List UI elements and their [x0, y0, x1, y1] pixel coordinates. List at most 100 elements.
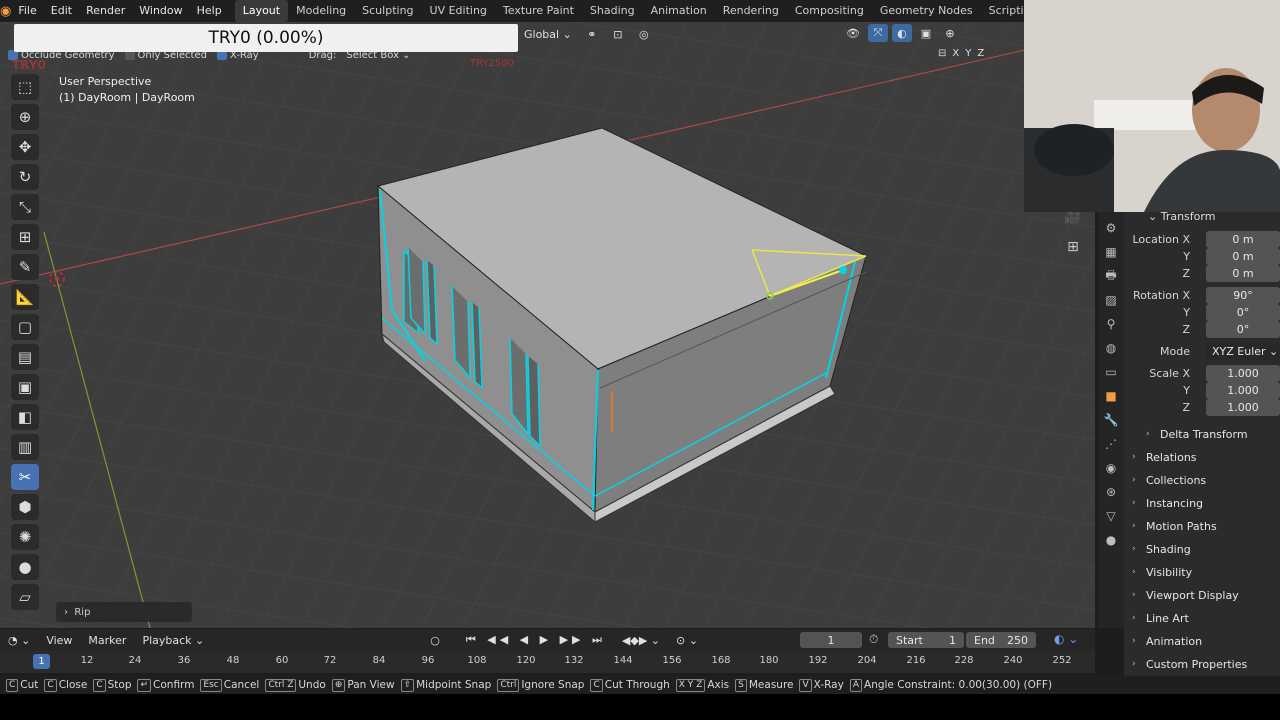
- axis-y-button[interactable]: Y: [965, 48, 971, 59]
- section-shading[interactable]: › Shading: [1132, 539, 1191, 559]
- rotation-z-field[interactable]: 0°: [1206, 320, 1280, 338]
- tab-uv-editing[interactable]: UV Editing: [422, 0, 495, 22]
- annotate-icon[interactable]: ✎: [11, 254, 39, 280]
- section-instancing[interactable]: › Instancing: [1132, 493, 1203, 513]
- knife-icon[interactable]: ✂: [11, 464, 39, 490]
- shading-wireframe-icon[interactable]: ⊕: [940, 24, 960, 42]
- move-icon[interactable]: ✥: [11, 134, 39, 160]
- world-tab-icon[interactable]: ◍: [1101, 340, 1121, 356]
- object-tab-icon[interactable]: ■: [1101, 388, 1121, 404]
- select-box-icon[interactable]: ⬚: [11, 74, 39, 100]
- tab-layout[interactable]: Layout: [234, 0, 289, 22]
- section-line-art[interactable]: › Line Art: [1132, 608, 1189, 628]
- tab-texture-paint[interactable]: Texture Paint: [495, 0, 582, 22]
- record-icon[interactable]: ○: [422, 634, 448, 647]
- start-frame-field[interactable]: Start 1: [888, 632, 964, 648]
- section-viewport-display[interactable]: › Viewport Display: [1132, 585, 1239, 605]
- gizmo-toggle-icon[interactable]: ⤧: [867, 24, 888, 42]
- inset-icon[interactable]: ▣: [11, 374, 39, 400]
- menu-window[interactable]: Window: [132, 0, 189, 22]
- scale-z-field[interactable]: 1.000: [1206, 398, 1280, 416]
- tab-shading[interactable]: Shading: [582, 0, 643, 22]
- grid-view-icon[interactable]: ⊞: [1062, 236, 1084, 258]
- section-relations[interactable]: › Relations: [1132, 447, 1197, 467]
- timeline-menu-view[interactable]: View: [38, 634, 80, 647]
- collection-tab-icon[interactable]: ▭: [1101, 364, 1121, 380]
- tab-modeling[interactable]: Modeling: [288, 0, 354, 22]
- menu-file[interactable]: File: [11, 0, 43, 22]
- sync-icon[interactable]: ⊙ ⌄: [668, 634, 706, 647]
- view-layer-tab-icon[interactable]: ▨: [1101, 292, 1121, 308]
- rotation-mode-dropdown[interactable]: XYZ Euler ⌄: [1206, 342, 1280, 360]
- extrude-icon[interactable]: ▤: [11, 344, 39, 370]
- section-delta-transform[interactable]: › Delta Transform: [1146, 424, 1248, 444]
- rotation-x-field[interactable]: 90°: [1206, 286, 1280, 304]
- scale-x-field[interactable]: 1.000: [1206, 364, 1280, 382]
- tab-geometry-nodes[interactable]: Geometry Nodes: [872, 0, 981, 22]
- tool-tab-icon[interactable]: ⚙: [1101, 220, 1121, 236]
- 3d-viewport[interactable]: [0, 22, 1095, 628]
- section-visibility[interactable]: › Visibility: [1132, 562, 1192, 582]
- loop-cut-icon[interactable]: ▥: [11, 434, 39, 460]
- poly-build-icon[interactable]: ⬢: [11, 494, 39, 520]
- material-tab-icon[interactable]: ●: [1101, 532, 1121, 548]
- sync-mode-icon[interactable]: ◐ ⌄: [1054, 632, 1078, 646]
- section-animation[interactable]: › Animation: [1132, 631, 1202, 651]
- end-frame-field[interactable]: End 250: [966, 632, 1036, 648]
- shear-icon[interactable]: ▱: [11, 584, 39, 610]
- rotate-icon[interactable]: ↻: [11, 164, 39, 190]
- cursor-icon[interactable]: ⊕: [11, 104, 39, 130]
- axis-z-button[interactable]: Z: [977, 48, 984, 59]
- timeline-ruler[interactable]: 1 12 24 36 48 60 72 84 96 108 120 132 14…: [0, 651, 1095, 673]
- section-motion-paths[interactable]: › Motion Paths: [1132, 516, 1217, 536]
- output-tab-icon[interactable]: 🖶: [1101, 268, 1121, 284]
- bevel-icon[interactable]: ◧: [11, 404, 39, 430]
- tab-rendering[interactable]: Rendering: [715, 0, 787, 22]
- stopwatch-icon[interactable]: ⏱: [869, 632, 878, 647]
- spin-icon[interactable]: ✺: [11, 524, 39, 550]
- timeline-menu-playback[interactable]: Playback ⌄: [134, 634, 212, 647]
- section-collections[interactable]: › Collections: [1132, 470, 1206, 490]
- menu-render[interactable]: Render: [79, 0, 132, 22]
- constraints-tab-icon[interactable]: ⊛: [1101, 484, 1121, 500]
- last-operation-panel[interactable]: › Rip: [56, 602, 192, 622]
- modifier-tab-icon[interactable]: 🔧: [1101, 412, 1121, 428]
- blender-logo-icon[interactable]: ◉: [0, 0, 11, 22]
- transform-icon[interactable]: ⊞: [11, 224, 39, 250]
- menu-edit[interactable]: Edit: [44, 0, 79, 22]
- render-tab-icon[interactable]: ▦: [1101, 244, 1121, 260]
- timeline-menu-marker[interactable]: Marker: [80, 634, 134, 647]
- axis-x-button[interactable]: X: [952, 48, 959, 59]
- tab-sculpting[interactable]: Sculpting: [354, 0, 421, 22]
- transform-orientation-dropdown[interactable]: Global ⌄: [520, 25, 576, 43]
- smooth-icon[interactable]: ●: [11, 554, 39, 580]
- pivot-point-icon[interactable]: ⚭: [582, 25, 602, 43]
- editor-type-icon[interactable]: ◔ ⌄: [0, 634, 38, 647]
- section-custom-properties[interactable]: › Custom Properties: [1132, 654, 1247, 674]
- menu-help[interactable]: Help: [190, 0, 229, 22]
- playback-controls-icon[interactable]: ⏮ ◀◀ ◀ ▶ ▶▶ ⏭: [458, 633, 614, 647]
- proportional-edit-icon[interactable]: ◎: [634, 25, 654, 43]
- add-cube-icon[interactable]: ▢: [11, 314, 39, 340]
- rotation-y-field[interactable]: 0°: [1206, 303, 1280, 321]
- location-x-field[interactable]: 0 m: [1206, 230, 1280, 248]
- tab-compositing[interactable]: Compositing: [787, 0, 872, 22]
- particles-tab-icon[interactable]: ⋰: [1101, 436, 1121, 452]
- scene-tab-icon[interactable]: ⚲: [1101, 316, 1121, 332]
- keyframe-nav-icon[interactable]: ◀◆▶ ⌄: [614, 634, 668, 647]
- current-frame-field[interactable]: 1: [800, 632, 862, 648]
- tab-animation[interactable]: Animation: [643, 0, 715, 22]
- playhead-frame-indicator[interactable]: 1: [33, 654, 50, 669]
- data-tab-icon[interactable]: ▽: [1101, 508, 1121, 524]
- location-y-field[interactable]: 0 m: [1206, 247, 1280, 265]
- scale-icon[interactable]: ⤡: [11, 194, 39, 220]
- visibility-icon[interactable]: 👁: [842, 24, 864, 42]
- transform-header[interactable]: ⌄ Transform: [1124, 212, 1280, 225]
- mirror-icon[interactable]: ⊟: [938, 48, 946, 59]
- overlay-toggle-icon[interactable]: ◐: [891, 24, 912, 42]
- snap-icon[interactable]: ⊡: [608, 25, 628, 43]
- scale-y-field[interactable]: 1.000: [1206, 381, 1280, 399]
- physics-tab-icon[interactable]: ◉: [1101, 460, 1121, 476]
- measure-icon[interactable]: 📐: [11, 284, 39, 310]
- location-z-field[interactable]: 0 m: [1206, 264, 1280, 282]
